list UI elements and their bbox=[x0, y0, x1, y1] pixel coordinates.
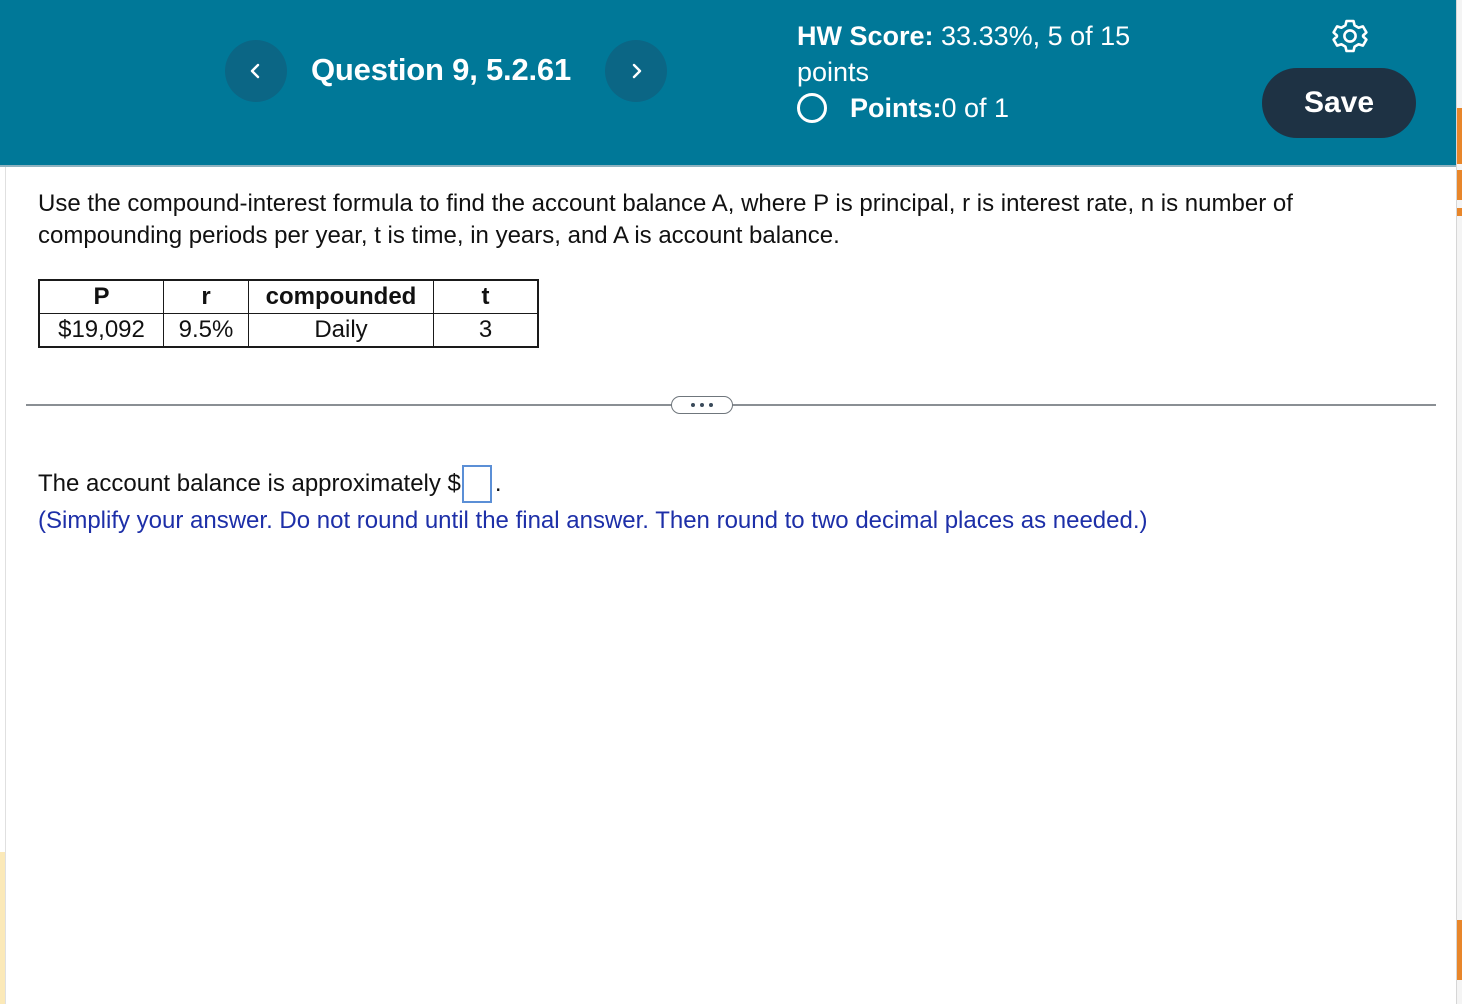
table-row: $19,092 9.5% Daily 3 bbox=[38, 313, 539, 348]
hw-score: HW Score: 33.33%, 5 of 15 points bbox=[797, 18, 1177, 90]
chevron-left-icon bbox=[250, 63, 260, 79]
hw-score-value: 33.33%, 5 of 15 bbox=[933, 21, 1131, 51]
save-button[interactable]: Save bbox=[1262, 68, 1416, 138]
points-label: Points: bbox=[850, 92, 942, 123]
points-value: 0 of 1 bbox=[941, 92, 1010, 123]
expand-more-button[interactable] bbox=[671, 396, 733, 414]
hw-score-label: HW Score: bbox=[797, 21, 934, 51]
table-cell: 3 bbox=[433, 313, 539, 348]
previous-question-button[interactable] bbox=[225, 40, 287, 102]
table-header-cell: r bbox=[163, 279, 249, 314]
chevron-right-icon bbox=[632, 63, 642, 79]
ellipsis-icon bbox=[709, 403, 713, 407]
edge-accent-small bbox=[1457, 208, 1462, 216]
table-cell: 9.5% bbox=[163, 313, 249, 348]
question-title: Question 9, 5.2.61 bbox=[311, 52, 572, 87]
gear-icon[interactable] bbox=[1330, 16, 1370, 56]
table-cell: Daily bbox=[248, 313, 434, 348]
left-edge-rule bbox=[5, 167, 6, 1004]
answer-prefix: The account balance is approximately $ bbox=[38, 470, 461, 497]
data-table: P r compounded t $19,092 9.5% Daily 3 bbox=[38, 279, 539, 348]
next-question-button[interactable] bbox=[605, 40, 667, 102]
question-header: Question 9, 5.2.61 HW Score: 33.33%, 5 o… bbox=[0, 0, 1456, 167]
edge-accent-top bbox=[1457, 108, 1462, 164]
table-header-cell: compounded bbox=[248, 279, 434, 314]
answer-prompt: The account balance is approximately $ . bbox=[38, 465, 502, 503]
points-status: Points: 0 of 1 bbox=[797, 89, 1009, 127]
answer-suffix: . bbox=[494, 470, 502, 497]
hw-score-unit: points bbox=[797, 57, 870, 87]
table-header-cell: t bbox=[433, 279, 539, 314]
table-header-cell: P bbox=[38, 279, 164, 314]
answer-hint: (Simplify your answer. Do not round unti… bbox=[38, 507, 1148, 534]
table-cell: $19,092 bbox=[38, 313, 164, 348]
circle-status-icon bbox=[797, 93, 827, 123]
answer-input[interactable] bbox=[461, 465, 492, 503]
edge-accent-mid bbox=[1457, 170, 1462, 200]
edge-accent-bottom bbox=[1457, 920, 1462, 980]
table-header-row: P r compounded t bbox=[38, 279, 539, 314]
ellipsis-icon bbox=[700, 403, 704, 407]
question-instructions: Use the compound-interest formula to fin… bbox=[38, 190, 1293, 249]
ellipsis-icon bbox=[691, 403, 695, 407]
